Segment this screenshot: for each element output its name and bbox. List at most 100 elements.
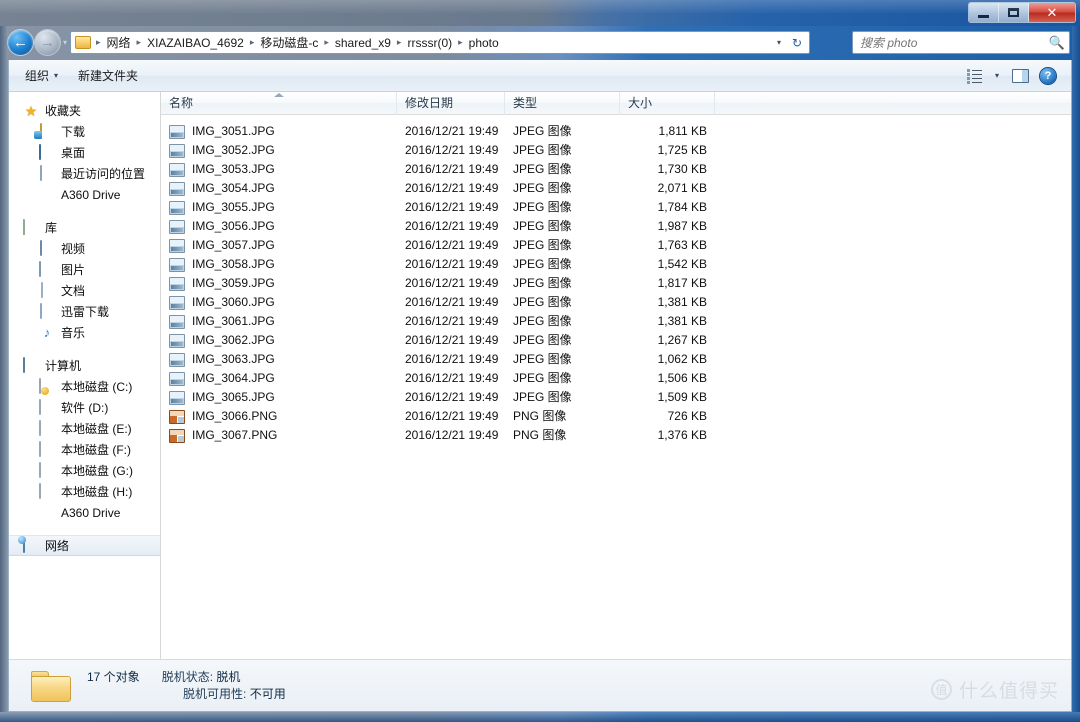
breadcrumb-separator-4[interactable]: ▸ xyxy=(395,37,404,48)
refresh-button[interactable]: ↻ xyxy=(787,36,807,50)
file-name-cell[interactable]: IMG_3064.JPG xyxy=(161,369,397,388)
sidebar-item-documents[interactable]: 文档 xyxy=(9,280,160,301)
table-row[interactable]: IMG_3058.JPG 2016/12/21 19:49 JPEG 图像 1,542… xyxy=(161,255,1071,274)
column-header-size[interactable]: 大小 xyxy=(620,91,715,115)
drive-icon xyxy=(39,419,55,437)
file-name-cell[interactable]: IMG_3056.JPG xyxy=(161,217,397,236)
search-input[interactable] xyxy=(860,35,1049,50)
drive-icon xyxy=(39,398,55,416)
table-row[interactable]: IMG_3052.JPG 2016/12/21 19:49 JPEG 图像 1,725… xyxy=(161,141,1071,160)
sidebar-item-thunder-download[interactable]: 迅雷下载 xyxy=(9,301,160,322)
table-row[interactable]: IMG_3054.JPG 2016/12/21 19:49 JPEG 图像 2,071… xyxy=(161,179,1071,198)
sidebar-item-drive-f[interactable]: 本地磁盘 (F:) xyxy=(9,439,160,460)
file-name-cell[interactable]: IMG_3059.JPG xyxy=(161,274,397,293)
file-name-cell[interactable]: IMG_3063.JPG xyxy=(161,350,397,369)
sidebar-item-drive-h[interactable]: 本地磁盘 (H:) xyxy=(9,481,160,502)
file-name-cell[interactable]: IMG_3051.JPG xyxy=(161,122,397,141)
file-name-cell[interactable]: IMG_3060.JPG xyxy=(161,293,397,312)
sidebar-item-a360-drive[interactable]: A360 Drive xyxy=(9,184,160,205)
file-name-cell[interactable]: IMG_3055.JPG xyxy=(161,198,397,217)
table-row[interactable]: IMG_3067.PNG 2016/12/21 19:49 PNG 图像 1,376 … xyxy=(161,426,1071,445)
preview-pane-button[interactable] xyxy=(1007,65,1033,87)
close-button[interactable]: ✕ xyxy=(1029,3,1075,22)
breadcrumb-item-0[interactable]: 网络 xyxy=(103,32,135,53)
file-name-cell[interactable]: IMG_3058.JPG xyxy=(161,255,397,274)
address-breadcrumb-bar[interactable]: ▸ 网络 ▸ XIAZAIBAO_4692 ▸ 移动磁盘-c ▸ shared_… xyxy=(70,31,810,54)
sidebar-item-network[interactable]: 网络 xyxy=(9,535,160,556)
file-name-cell[interactable]: IMG_3066.PNG xyxy=(161,407,397,426)
column-header-date[interactable]: 修改日期 xyxy=(397,91,505,115)
file-name-cell[interactable]: IMG_3054.JPG xyxy=(161,179,397,198)
table-row[interactable]: IMG_3055.JPG 2016/12/21 19:49 JPEG 图像 1,784… xyxy=(161,198,1071,217)
view-options-icon xyxy=(966,68,982,84)
sidebar-item-drive-d[interactable]: 软件 (D:) xyxy=(9,397,160,418)
file-name-label: IMG_3051.JPG xyxy=(192,124,275,138)
navigation-pane[interactable]: ★ 收藏夹 下载 桌面 最近访问的位置 A360 Drive 库 视频 图片 文… xyxy=(9,92,161,659)
table-row[interactable]: IMG_3060.JPG 2016/12/21 19:49 JPEG 图像 1,381… xyxy=(161,293,1071,312)
table-row[interactable]: IMG_3051.JPG 2016/12/21 19:49 JPEG 图像 1,811… xyxy=(161,122,1071,141)
file-name-cell[interactable]: IMG_3052.JPG xyxy=(161,141,397,160)
file-name-cell[interactable]: IMG_3062.JPG xyxy=(161,331,397,350)
table-row[interactable]: IMG_3053.JPG 2016/12/21 19:49 JPEG 图像 1,730… xyxy=(161,160,1071,179)
minimize-button[interactable] xyxy=(969,3,999,22)
recent-pages-dropdown[interactable]: ▾ xyxy=(63,38,67,47)
table-row[interactable]: IMG_3062.JPG 2016/12/21 19:49 JPEG 图像 1,267… xyxy=(161,331,1071,350)
breadcrumb-item-4[interactable]: rrsssr(0) xyxy=(403,34,456,52)
file-rows[interactable]: IMG_3051.JPG 2016/12/21 19:49 JPEG 图像 1,811… xyxy=(161,115,1071,659)
breadcrumb-item-5[interactable]: photo xyxy=(465,34,503,52)
sidebar-item-a360-drive-computer[interactable]: A360 Drive xyxy=(9,502,160,523)
sidebar-item-drive-g[interactable]: 本地磁盘 (G:) xyxy=(9,460,160,481)
table-row[interactable]: IMG_3057.JPG 2016/12/21 19:49 JPEG 图像 1,763… xyxy=(161,236,1071,255)
column-header-type[interactable]: 类型 xyxy=(505,91,620,115)
breadcrumb-item-2[interactable]: 移动磁盘-c xyxy=(256,32,322,53)
file-date-cell: 2016/12/21 19:49 xyxy=(405,219,499,233)
forward-button[interactable]: → xyxy=(35,30,60,55)
table-row[interactable]: IMG_3059.JPG 2016/12/21 19:49 JPEG 图像 1,817… xyxy=(161,274,1071,293)
sidebar-item-label: 文档 xyxy=(61,284,86,298)
maximize-button[interactable] xyxy=(999,3,1029,22)
sidebar-item-libraries[interactable]: 库 xyxy=(9,217,160,238)
file-name-cell[interactable]: IMG_3053.JPG xyxy=(161,160,397,179)
file-name-cell[interactable]: IMG_3067.PNG xyxy=(161,426,397,445)
address-history-dropdown[interactable]: ▾ xyxy=(771,38,787,47)
sidebar-item-downloads[interactable]: 下载 xyxy=(9,121,160,142)
new-folder-button[interactable]: 新建文件夹 xyxy=(68,63,148,88)
breadcrumb-separator-2[interactable]: ▸ xyxy=(248,37,257,48)
breadcrumb-item-3[interactable]: shared_x9 xyxy=(331,34,395,52)
breadcrumb-separator-1[interactable]: ▸ xyxy=(135,37,144,48)
sidebar-item-drive-c[interactable]: 本地磁盘 (C:) xyxy=(9,376,160,397)
sidebar-item-favorites[interactable]: ★ 收藏夹 xyxy=(9,100,160,121)
file-size-cell: 1,987 KB xyxy=(657,219,707,233)
sidebar-item-drive-e[interactable]: 本地磁盘 (E:) xyxy=(9,418,160,439)
view-options-dropdown[interactable]: ▾ xyxy=(989,65,1005,87)
organize-button[interactable]: 组织 ▾ xyxy=(15,63,68,88)
sidebar-item-recent-places[interactable]: 最近访问的位置 xyxy=(9,163,160,184)
column-header-name[interactable]: 名称 xyxy=(161,91,397,115)
table-row[interactable]: IMG_3063.JPG 2016/12/21 19:49 JPEG 图像 1,062… xyxy=(161,350,1071,369)
breadcrumb-separator-3[interactable]: ▸ xyxy=(322,37,331,48)
status-line-1: 17 个对象 脱机状态: 脱机 xyxy=(87,669,286,686)
file-size-cell: 726 KB xyxy=(667,409,707,423)
sidebar-item-videos[interactable]: 视频 xyxy=(9,238,160,259)
drive-icon xyxy=(39,440,55,458)
file-name-cell[interactable]: IMG_3061.JPG xyxy=(161,312,397,331)
sidebar-item-pictures[interactable]: 图片 xyxy=(9,259,160,280)
breadcrumb-item-1[interactable]: XIAZAIBAO_4692 xyxy=(143,34,248,52)
jpeg-file-icon xyxy=(169,295,185,310)
help-button[interactable]: ? xyxy=(1035,65,1061,87)
view-options-button[interactable] xyxy=(961,65,987,87)
file-name-cell[interactable]: IMG_3057.JPG xyxy=(161,236,397,255)
sidebar-item-music[interactable]: ♪ 音乐 xyxy=(9,322,160,343)
table-row[interactable]: IMG_3064.JPG 2016/12/21 19:49 JPEG 图像 1,506… xyxy=(161,369,1071,388)
table-row[interactable]: IMG_3065.JPG 2016/12/21 19:49 JPEG 图像 1,509… xyxy=(161,388,1071,407)
file-type-cell: JPEG 图像 xyxy=(513,314,572,328)
back-button[interactable]: ← xyxy=(8,30,33,55)
table-row[interactable]: IMG_3061.JPG 2016/12/21 19:49 JPEG 图像 1,381… xyxy=(161,312,1071,331)
search-box[interactable]: 🔍 xyxy=(852,31,1070,54)
sidebar-item-computer[interactable]: 计算机 xyxy=(9,355,160,376)
breadcrumb-separator-5[interactable]: ▸ xyxy=(456,37,465,48)
file-name-cell[interactable]: IMG_3065.JPG xyxy=(161,388,397,407)
table-row[interactable]: IMG_3056.JPG 2016/12/21 19:49 JPEG 图像 1,987… xyxy=(161,217,1071,236)
table-row[interactable]: IMG_3066.PNG 2016/12/21 19:49 PNG 图像 726 KB xyxy=(161,407,1071,426)
sidebar-item-desktop[interactable]: 桌面 xyxy=(9,142,160,163)
